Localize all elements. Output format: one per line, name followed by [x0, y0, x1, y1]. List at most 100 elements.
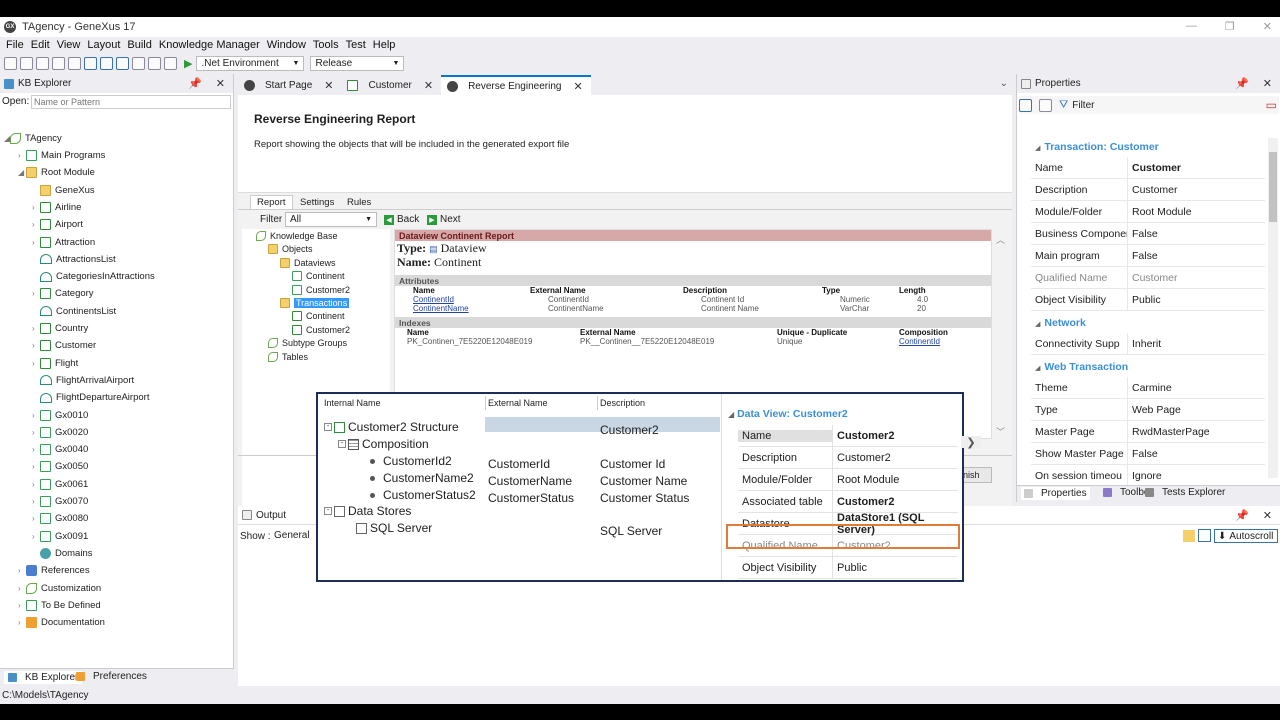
prop-row-web-4[interactable]: On session timeou Ignore — [1031, 465, 1265, 487]
expand-icon[interactable]: › — [32, 462, 35, 471]
paste-icon[interactable] — [68, 56, 81, 70]
collapse-icon[interactable]: - — [324, 423, 332, 431]
tree-item-customization[interactable]: › Customization — [18, 582, 101, 594]
refresh-icon[interactable] — [116, 56, 129, 70]
tree-item-gx0070[interactable]: › Gx0070 — [32, 496, 88, 507]
category-transaction[interactable]: ◢ Transaction: Customer — [1035, 141, 1159, 153]
expand-icon[interactable]: › — [18, 584, 21, 593]
expand-icon[interactable]: › — [18, 151, 21, 160]
expand-icon[interactable]: › — [32, 497, 35, 506]
collapse-icon[interactable]: - — [338, 440, 346, 448]
tree-item-documentation[interactable]: › Documentation — [18, 617, 105, 629]
tree-item-category[interactable]: › Category — [32, 288, 94, 300]
tree-item-gx0061[interactable]: › Gx0061 — [32, 478, 88, 490]
tab-preferences[interactable]: Preferences — [76, 671, 147, 682]
tree-item-gx0040[interactable]: › Gx0040 — [32, 444, 88, 456]
report-tree-transactions[interactable]: Transactions — [280, 298, 350, 308]
close-icon[interactable]: ✕ — [216, 77, 225, 90]
expand-icon[interactable]: › — [32, 411, 35, 420]
prop-row-web-3[interactable]: Show Master Page False — [1031, 443, 1265, 465]
folder-icon[interactable] — [1183, 530, 1195, 542]
save-output-icon[interactable] — [1198, 529, 1211, 542]
close-icon[interactable]: ✕ — [1263, 20, 1272, 33]
tree-item-gx0091[interactable]: › Gx0091 — [32, 530, 88, 542]
kb-root[interactable]: ◢ TAgency — [4, 133, 62, 144]
report-tree-transaction-continent[interactable]: Continent — [292, 311, 345, 322]
tree-item-gx0080[interactable]: › Gx0080 — [32, 513, 88, 525]
expand-icon[interactable]: › — [32, 428, 35, 437]
build-all-icon[interactable] — [148, 56, 161, 70]
dv-prop-name[interactable]: Name Customer2 — [738, 425, 958, 447]
prop-row-transaction-3[interactable]: Business Componen False — [1031, 223, 1265, 245]
menu-tools[interactable]: Tools — [313, 39, 339, 51]
close-icon[interactable]: ✕ — [1263, 509, 1272, 522]
tab-reverse-engineering[interactable]: Reverse Engineering ✕ — [441, 75, 591, 95]
expand-icon[interactable]: › — [32, 238, 35, 247]
filter-select[interactable]: All ▼ — [285, 212, 377, 227]
expand-icon[interactable]: › — [18, 601, 21, 610]
prop-row-web-2[interactable]: Master Page RwdMasterPage — [1031, 421, 1265, 443]
tree-item-gx0010[interactable]: › Gx0010 — [32, 409, 88, 421]
build-icon[interactable] — [132, 56, 145, 70]
tab-properties[interactable]: Properties — [1021, 487, 1090, 500]
chevron-right-icon[interactable]: ❯ — [961, 436, 981, 449]
expand-icon[interactable]: › — [32, 341, 35, 350]
close-icon[interactable]: ✕ — [324, 79, 333, 92]
back-button[interactable]: ◀ Back — [384, 214, 419, 225]
tab-report[interactable]: Report — [250, 195, 293, 209]
expand-icon[interactable]: › — [32, 514, 35, 523]
configuration-select[interactable]: Release ▼ — [310, 55, 405, 71]
dv-prop-associated-table[interactable]: Associated table Customer2 — [738, 491, 958, 513]
minimize-icon[interactable]: — — [1186, 20, 1197, 33]
menu-help[interactable]: Help — [373, 39, 396, 51]
tree-item-root-module[interactable]: ◢ Root Module — [18, 167, 95, 179]
tab-settings[interactable]: Settings — [294, 195, 340, 209]
dv-prop-module-folder[interactable]: Module/Folder Root Module — [738, 469, 958, 491]
prop-row-transaction-0[interactable]: Name Customer — [1031, 157, 1265, 179]
autoscroll-toggle[interactable]: ⬇ Autoscroll — [1214, 529, 1278, 543]
pin-icon[interactable]: 📌 — [1235, 509, 1249, 522]
menu-edit[interactable]: Edit — [31, 39, 50, 51]
structure-row-customerid2[interactable]: CustomerId2 — [370, 454, 452, 468]
report-tree-dataview-customer2[interactable]: Customer2 — [292, 284, 350, 295]
new-icon[interactable] — [4, 56, 17, 70]
report-tree-dataviews[interactable]: Dataviews — [280, 257, 336, 268]
expand-icon[interactable]: › — [32, 324, 35, 333]
environment-select[interactable]: .Net Environment ▼ — [196, 55, 305, 71]
scroll-up-icon[interactable]: ︿ — [996, 233, 1005, 246]
tree-item-to-be-defined[interactable]: › To Be Defined — [18, 599, 101, 611]
tree-item-flight[interactable]: › Flight — [32, 357, 78, 369]
prop-row-transaction-4[interactable]: Main program False — [1031, 245, 1265, 267]
category-web-transaction[interactable]: ◢ Web Transaction — [1035, 361, 1128, 373]
tree-item-references[interactable]: › References — [18, 565, 90, 577]
prop-row-transaction-6[interactable]: Object Visibility Public — [1031, 289, 1265, 311]
dv-prop-description[interactable]: Description Customer2 — [738, 447, 958, 469]
cancel-build-icon[interactable] — [164, 56, 177, 70]
save-icon[interactable] — [20, 56, 33, 70]
expand-icon[interactable]: › — [18, 618, 21, 627]
tree-item-customer[interactable]: › Customer — [32, 340, 96, 352]
tree-item-airport[interactable]: › Airport — [32, 219, 83, 231]
structure-row-structure-root[interactable]: - Customer2 Structure — [324, 420, 459, 434]
structure-row-sql-server[interactable]: SQL Server — [356, 521, 432, 535]
dv-prop-object-visibility[interactable]: Object Visibility Public — [738, 557, 958, 579]
tree-item-categoriesinattractions[interactable]: CategoriesInAttractions — [40, 271, 155, 282]
prop-row-web-0[interactable]: Theme Carmine — [1031, 377, 1265, 399]
report-tree-objects[interactable]: Objects — [268, 244, 313, 255]
restore-icon[interactable]: ❐ — [1225, 20, 1235, 33]
report-tree-transaction-customer2[interactable]: Customer2 — [292, 324, 350, 335]
scroll-down-icon[interactable]: ﹀ — [996, 425, 1005, 438]
close-icon[interactable]: ✕ — [573, 80, 582, 93]
expand-icon[interactable]: › — [32, 445, 35, 454]
tab-kb-explorer[interactable]: KB Explorer — [4, 671, 83, 684]
expand-icon[interactable]: › — [32, 220, 35, 229]
tree-item-main-programs[interactable]: › Main Programs — [18, 150, 105, 161]
prop-row-network-0[interactable]: Connectivity Supp Inherit — [1031, 333, 1265, 355]
menu-window[interactable]: Window — [267, 39, 306, 51]
menu-knowledge-manager[interactable]: Knowledge Manager — [159, 39, 260, 51]
expand-icon[interactable]: › — [32, 289, 35, 298]
menu-test[interactable]: Test — [346, 39, 366, 51]
expand-icon[interactable]: › — [32, 359, 35, 368]
prop-row-transaction-2[interactable]: Module/Folder Root Module — [1031, 201, 1265, 223]
tree-item-genexus[interactable]: GeneXus — [40, 184, 95, 196]
